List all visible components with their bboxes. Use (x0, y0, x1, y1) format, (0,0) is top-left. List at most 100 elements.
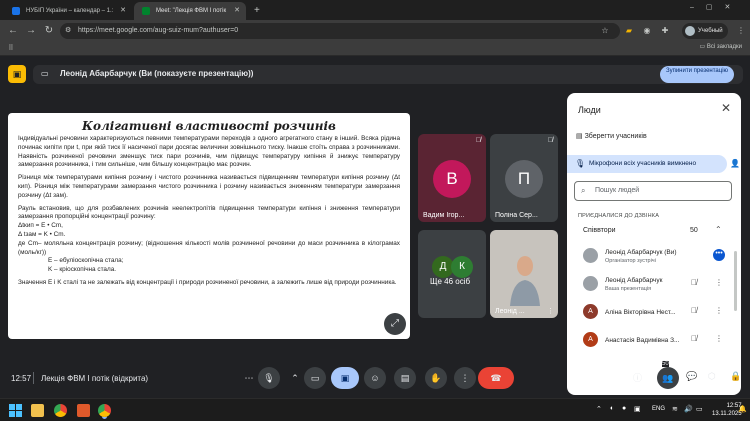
captions-icon[interactable]: ▤ (394, 367, 416, 389)
meeting-info-icon[interactable]: ⓘ (633, 371, 642, 384)
chrome-icon[interactable] (54, 404, 67, 417)
more-audio-options-icon[interactable]: ⋯ (238, 367, 260, 389)
more-options-icon[interactable]: ⋮ (454, 367, 476, 389)
more-participants-tile[interactable]: Д К Ще 46 осіб (418, 230, 486, 318)
slide-formula: Δtкип = E • Cm, (18, 222, 63, 230)
meeting-clock: 12:57 (11, 374, 32, 383)
presenting-label: Леонід Абарбарчук (Ви (показуєте презент… (60, 69, 254, 78)
tray-app-icon[interactable]: ◐ (610, 405, 614, 412)
extension-icon[interactable]: ▰ (622, 24, 636, 38)
participant-tile[interactable]: 🎙̸ В Вадим Ігор... (418, 134, 486, 222)
close-tab-icon[interactable]: ✕ (234, 2, 240, 20)
activities-icon[interactable]: ⬡ (708, 371, 716, 382)
site-info-icon[interactable]: ⚙ (65, 23, 71, 39)
address-bar[interactable]: ⚙ https://meet.google.com/aug-suiz-mum?a… (60, 23, 620, 39)
new-tab-button[interactable]: + (250, 2, 266, 20)
more-options-icon[interactable]: ⋮ (715, 278, 723, 287)
windows-start-icon[interactable] (9, 404, 22, 417)
tab-calendar[interactable]: НУБІП України – календар – 1.: ✕ (4, 2, 132, 20)
present-now-button[interactable]: ▣ (331, 367, 359, 389)
profile-button[interactable]: Учебный (682, 23, 728, 39)
panel-scrollbar[interactable] (734, 251, 737, 311)
avatar (583, 276, 598, 291)
camera-icon[interactable]: ▭ (304, 367, 326, 389)
stop-presenting-button[interactable]: Зупинити презентацію (660, 66, 734, 83)
self-video-tile[interactable]: Леонід ... ⋮ (490, 230, 558, 318)
slide-definition: E – ебуліоскопічна стала; (48, 257, 124, 265)
menu-kebab-icon[interactable]: ⋮ (734, 24, 748, 38)
participant-row[interactable]: А Анастасія Вадимівна З... 🎙̸ ⋮ (567, 327, 741, 355)
more-options-icon[interactable]: ⋮ (547, 307, 554, 315)
more-options-icon[interactable]: ••• (713, 249, 725, 261)
save-participants-button[interactable]: ▤ Зберегти учасників (576, 132, 647, 140)
notifications-icon[interactable]: 🔔 (738, 405, 747, 413)
participant-name: Анастасія Вадимівна З... (605, 337, 680, 344)
close-tab-icon[interactable]: ✕ (120, 2, 126, 20)
mute-all-chip[interactable]: 🎙 Мікрофони всіх учасників вимкнено (567, 155, 727, 173)
participant-row[interactable]: Леонід Абарбарчук Ваша презентація 🎙̸ ⋮ (567, 271, 741, 299)
all-bookmarks-link[interactable]: ▭ Всі закладки (700, 43, 742, 50)
chevron-up-icon[interactable]: ⌃ (715, 225, 722, 234)
file-explorer-icon[interactable] (31, 404, 44, 417)
fullscreen-expand-icon[interactable]: ⤢ (384, 313, 406, 335)
mic-off-icon: 🎙̸ (547, 137, 553, 144)
meet-window: ▣ ▭ Леонід Абарбарчук (Ви (показуєте пре… (0, 56, 750, 398)
paint-icon[interactable] (77, 404, 90, 417)
back-icon[interactable]: ← (6, 24, 20, 38)
people-icon: 👥 (662, 373, 674, 383)
reload-icon[interactable]: ↻ (42, 24, 56, 38)
search-people-input[interactable]: ⌕ Пошук людей (574, 181, 732, 201)
participant-row[interactable]: А Аліна Вікторівна Нест... 🎙̸ ⋮ (567, 299, 741, 327)
language-indicator[interactable]: ENG (652, 406, 665, 412)
more-options-icon[interactable]: ⋮ (715, 334, 723, 343)
chat-icon[interactable]: 💬 (686, 371, 697, 382)
group-label: Співвтори (583, 227, 616, 234)
folder-icon: ▭ (699, 44, 707, 50)
leave-call-button[interactable]: ☎ (478, 367, 514, 389)
host-controls-icon[interactable]: 🔒 (730, 371, 741, 382)
emoji-icon[interactable]: ☺ (364, 367, 386, 389)
participant-name: Поліна Сер... (495, 212, 538, 219)
raise-hand-icon[interactable]: ✋ (425, 367, 447, 389)
slide-title: Колігативні властивості розчинів (82, 119, 336, 133)
minimize-icon[interactable]: – (690, 4, 706, 11)
participant-row[interactable]: Леонід Абарбарчук (Ви) Організатор зустр… (567, 243, 741, 271)
more-options-icon[interactable]: ⋮ (715, 306, 723, 315)
bookmark-star-icon[interactable]: ☆ (598, 24, 612, 38)
puzzle-icon[interactable]: ✚ (658, 24, 672, 38)
self-video-feed (506, 250, 544, 306)
apps-grid-icon[interactable]: ⠿ (4, 42, 18, 56)
plus-icon: + (254, 5, 260, 16)
bookmarks-bar: ⠿ ▭ Всі закладки (0, 42, 750, 56)
chevron-up-icon[interactable]: ⌃ (284, 367, 306, 389)
wifi-icon[interactable]: ≋ (672, 405, 678, 413)
tray-app-icon[interactable]: ▣ (634, 405, 641, 413)
url-text: https://meet.google.com/aug-suiz-mum?aut… (78, 27, 239, 34)
mic-icon[interactable]: 🎙 (258, 367, 280, 389)
windows-taskbar: ⌃ ◐ ● ▣ ENG ≋ 🔊 ▭ 12:57 13.11.2025 🔔 (0, 398, 750, 421)
screen-share-icon: ▭ (41, 69, 49, 78)
add-people-icon[interactable]: 👤 (730, 159, 740, 168)
maximize-icon[interactable]: ▢ (706, 4, 725, 11)
participant-tile[interactable]: 🎙̸ П Поліна Сер... (490, 134, 558, 222)
forward-icon[interactable]: → (24, 24, 38, 38)
chrome-active-icon[interactable] (98, 404, 111, 417)
close-window-icon[interactable]: ✕ (725, 4, 743, 11)
chevron-up-icon[interactable]: ⌃ (596, 405, 602, 413)
volume-icon[interactable]: 🔊 (684, 405, 693, 413)
tab-meet[interactable]: Meet: "Лекція ФВМ І потік ✕ (134, 2, 246, 20)
joined-header: ПРИЄДНАЛИСЯ ДО ДЗВІНКА (578, 213, 660, 219)
avatar (583, 248, 598, 263)
group-header[interactable]: Співвтори 50 ⌃ (567, 223, 741, 241)
battery-icon[interactable]: ▭ (696, 405, 703, 413)
participant-name: Аліна Вікторівна Нест... (605, 309, 676, 316)
tray-app-icon[interactable]: ● (622, 405, 626, 412)
camera-extension-icon[interactable]: ◉ (640, 24, 654, 38)
slide-paragraph: Рауль встановив, що для розбавлених розч… (18, 204, 400, 221)
slide-paragraph: Індивідуальні речовини характеризуються … (18, 135, 400, 169)
browser-toolbar: ← → ↻ ⚙ https://meet.google.com/aug-suiz… (0, 20, 750, 42)
people-button[interactable]: 👥 (657, 367, 679, 389)
close-icon[interactable]: ✕ (721, 101, 731, 115)
participant-name: Леонід Абарбарчук (Ви) (605, 249, 677, 256)
meeting-title: Лекція ФВМ І потік (відкрита) (41, 374, 149, 383)
